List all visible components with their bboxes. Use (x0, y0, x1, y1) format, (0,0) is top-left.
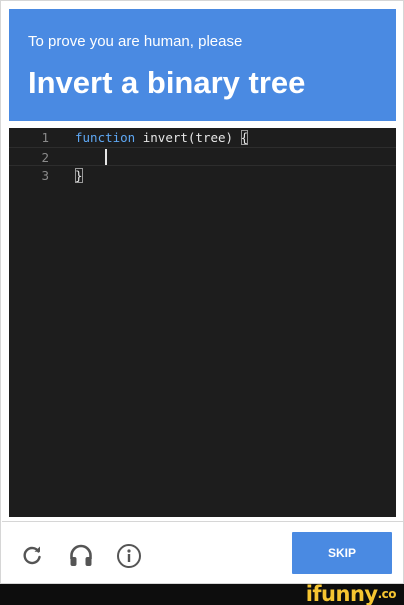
watermark-tld: .co (377, 587, 397, 601)
line-number: 3 (41, 168, 49, 183)
headphones-icon[interactable] (68, 543, 92, 567)
captcha-prompt: To prove you are human, please (28, 33, 243, 50)
captcha-card: To prove you are human, please Invert a … (0, 0, 404, 584)
refresh-icon[interactable] (20, 543, 44, 567)
captcha-footer: SKIP (2, 521, 404, 584)
text-cursor (105, 149, 107, 165)
captcha-header: To prove you are human, please Invert a … (9, 9, 396, 121)
code-line-active[interactable]: 2 (9, 147, 396, 166)
code-signature: invert(tree) (135, 130, 241, 145)
code-keyword: function (75, 130, 136, 145)
line-number: 2 (41, 150, 49, 165)
ifunny-watermark: ifunny.co (305, 582, 397, 605)
skip-button[interactable]: SKIP (292, 532, 392, 574)
code-line: 3 } (9, 166, 396, 185)
info-icon[interactable] (116, 543, 141, 568)
code-editor[interactable]: 1 function invert(tree) { 2 3 } (9, 128, 396, 517)
code-open-brace: { (240, 130, 249, 145)
watermark-text: ifunny (305, 582, 378, 605)
code-text: function invert(tree) { (75, 128, 249, 147)
captcha-task-title: Invert a binary tree (28, 65, 306, 100)
line-number: 1 (41, 130, 49, 145)
code-line: 1 function invert(tree) { (9, 128, 396, 147)
code-close-brace: } (75, 168, 83, 183)
code-text: } (75, 166, 83, 185)
